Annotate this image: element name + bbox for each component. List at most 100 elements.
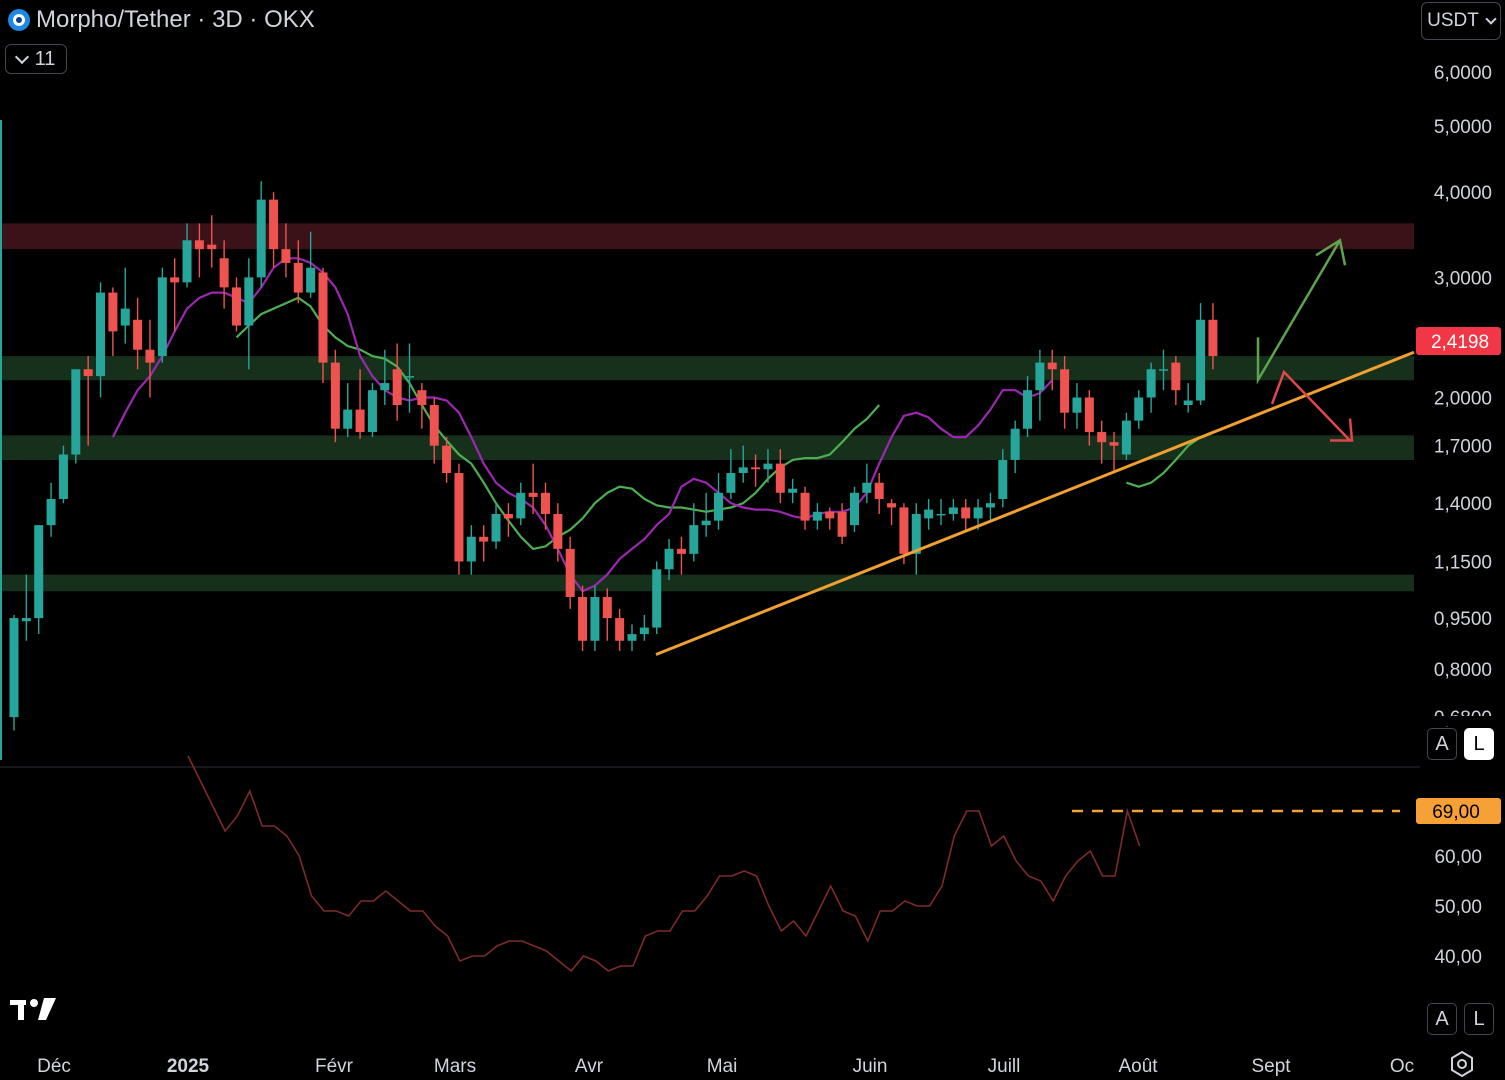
candle xyxy=(1010,420,1020,474)
candle xyxy=(83,356,93,446)
candle-body xyxy=(874,482,884,499)
candle-body xyxy=(948,507,958,514)
indicators-toggle[interactable]: 11 xyxy=(5,44,67,74)
time-axis[interactable]: Déc 2025 Févr Mars Avr Mai Juin Juill Août Sept Oc xyxy=(37,1056,1414,1077)
candle-body xyxy=(751,467,761,470)
settings-gear-icon[interactable] xyxy=(1448,1050,1476,1078)
candle-body xyxy=(34,525,44,619)
rsi-tick-label: 40,00 xyxy=(1434,947,1482,968)
candle-body xyxy=(293,262,303,293)
candle xyxy=(639,614,649,641)
symbol-title[interactable]: Morpho/Tether · 3D · OKX xyxy=(36,6,315,34)
candle xyxy=(1158,349,1168,391)
candle xyxy=(479,525,489,562)
candle xyxy=(788,478,798,504)
candle-body xyxy=(627,634,637,641)
candle xyxy=(367,383,377,438)
candle-body xyxy=(689,525,699,554)
candle xyxy=(578,585,588,652)
candle xyxy=(330,349,340,443)
currency-label: USDT xyxy=(1427,10,1479,31)
rsi-axis[interactable]: 69,00 60,00 50,00 40,00 xyxy=(1416,798,1501,968)
candle xyxy=(293,240,303,304)
candle-body xyxy=(46,498,56,526)
log-scale-button[interactable]: L xyxy=(1464,728,1494,760)
candle-body xyxy=(231,287,241,326)
currency-selector[interactable]: USDT xyxy=(1421,2,1501,40)
candle-body xyxy=(330,362,340,429)
candle xyxy=(1072,383,1082,429)
price-tick-label: 1,1500 xyxy=(1434,552,1492,573)
rsi-auto-scale-button[interactable]: A xyxy=(1427,1003,1457,1035)
candle xyxy=(157,267,167,363)
candle-body xyxy=(528,492,538,497)
candle-body xyxy=(602,597,612,619)
price-tick-label: 4,0000 xyxy=(1434,183,1492,204)
candle-body xyxy=(380,383,390,391)
candle-body xyxy=(392,369,402,406)
candle xyxy=(417,383,427,429)
candle-body xyxy=(269,199,279,250)
moving-averages xyxy=(111,257,1214,593)
candle xyxy=(664,539,674,581)
candle xyxy=(985,492,995,521)
candle xyxy=(219,240,229,309)
candle-body xyxy=(417,390,427,406)
candle-body xyxy=(9,618,19,718)
candle-body xyxy=(466,536,476,562)
candle-body xyxy=(985,503,995,508)
candle-body xyxy=(961,507,971,519)
rsi-level-label: 69,00 xyxy=(1432,802,1480,823)
candle-body xyxy=(1010,428,1020,460)
candle-body xyxy=(96,292,106,377)
chart-header: Morpho/Tether · 3D · OKX xyxy=(8,4,315,36)
candle xyxy=(1146,362,1156,413)
candle-body xyxy=(256,199,266,278)
rsi-line xyxy=(187,755,1141,973)
candle-body xyxy=(973,507,983,519)
price-tick-label: 2,0000 xyxy=(1434,389,1492,410)
candle xyxy=(392,343,402,421)
candle-body xyxy=(244,277,254,326)
zone-support-3 xyxy=(0,574,1414,592)
candle-body xyxy=(1035,362,1045,391)
candle xyxy=(812,503,822,530)
candle-body xyxy=(1134,397,1144,421)
candle-body xyxy=(1121,420,1131,455)
candle-body xyxy=(676,548,686,554)
candle xyxy=(244,258,254,370)
price-axis[interactable]: 6,0000 5,0000 4,0000 3,0000 2,4198 2,0000 1,70… xyxy=(1416,63,1505,729)
price-chart[interactable]: 6,0000 5,0000 4,0000 3,0000 2,4198 2,0000 1,70… xyxy=(0,0,1505,1080)
candle xyxy=(1134,390,1144,429)
candle-body xyxy=(862,482,872,493)
time-tick-label: Août xyxy=(1118,1056,1158,1077)
candle-body xyxy=(83,369,93,377)
candle-body xyxy=(1097,432,1107,443)
ascending-trendline[interactable] xyxy=(655,350,1415,656)
candle-body xyxy=(120,308,130,326)
auto-scale-button[interactable]: A xyxy=(1427,728,1457,760)
candle-body xyxy=(219,258,229,288)
time-tick-label: Févr xyxy=(315,1056,354,1077)
axis-clip xyxy=(1420,716,1505,726)
candle-body xyxy=(553,513,563,549)
candle xyxy=(46,482,56,537)
time-tick-label: Mai xyxy=(707,1056,738,1077)
price-tick-label: 0,8000 xyxy=(1434,660,1492,681)
candle-body xyxy=(1023,390,1033,429)
candle xyxy=(936,498,946,526)
candle-body xyxy=(1196,319,1206,401)
candle-body xyxy=(1171,362,1181,391)
candle-body xyxy=(887,503,897,508)
candle-body xyxy=(108,292,118,332)
candle xyxy=(652,561,662,635)
support-resistance-zones xyxy=(0,223,1414,592)
tradingview-logo-icon[interactable] xyxy=(8,992,60,1024)
candle-body xyxy=(367,390,377,433)
candle-body xyxy=(145,349,155,363)
candle-body xyxy=(565,548,575,598)
candle xyxy=(874,473,884,514)
time-tick-label: Juin xyxy=(853,1056,888,1077)
rsi-log-scale-button[interactable]: L xyxy=(1464,1003,1494,1035)
candle xyxy=(120,267,130,344)
